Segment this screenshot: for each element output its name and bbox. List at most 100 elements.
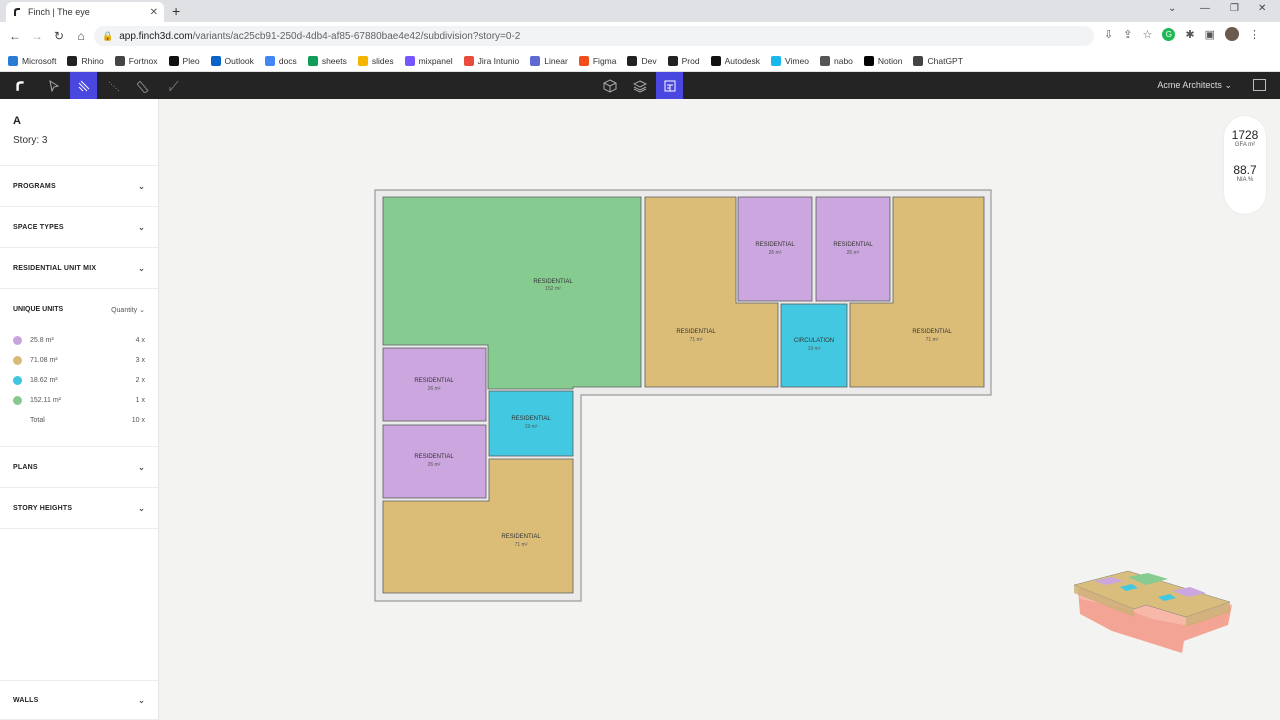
unit-row[interactable]: 152.11 m² 1 x xyxy=(13,390,145,410)
bookmark-item[interactable]: mixpanel xyxy=(404,55,453,66)
unit-qty: 1 x xyxy=(135,396,145,404)
section-story-heights[interactable]: STORY HEIGHTS ⌄ xyxy=(0,488,158,529)
browser-menu-icon[interactable]: ⋮ xyxy=(1249,28,1260,41)
plan-canvas[interactable]: RESIDENTIAL 152 m² RESIDENTIAL 71 m² RES… xyxy=(160,99,1280,720)
back-icon[interactable]: ← xyxy=(4,29,26,43)
lock-icon[interactable]: 🔒 xyxy=(102,31,113,42)
address-bar-row: ← → ↻ ⌂ 🔒 app.finch3d.com/variants/ac25c… xyxy=(0,22,1280,50)
bookmark-item[interactable]: docs xyxy=(264,55,297,66)
url-field[interactable]: 🔒 app.finch3d.com/variants/ac25cb91-250d… xyxy=(94,26,1094,46)
home-icon[interactable]: ⌂ xyxy=(70,29,92,43)
bookmark-label: docs xyxy=(278,55,297,66)
unique-units-section: UNIQUE UNITS Quantity ⌄ 25.8 m² 4 x 71.0… xyxy=(0,289,158,447)
install-icon[interactable]: ⇩ xyxy=(1104,28,1113,41)
sidebar: A Story: 3 PROGRAMS ⌄ SPACE TYPES ⌄ RESI… xyxy=(0,99,159,720)
forward-icon[interactable]: → xyxy=(26,29,48,43)
select-arrow-icon[interactable] xyxy=(40,72,67,99)
unit-row[interactable]: 25.8 m² 4 x xyxy=(13,330,145,350)
bookmark-favicon-icon xyxy=(114,55,125,66)
org-selector[interactable]: Acme Architects ⌄ xyxy=(1157,80,1232,91)
extensions-puzzle-icon[interactable]: ✱ xyxy=(1185,28,1194,41)
room-label: RESIDENTIAL xyxy=(414,454,454,460)
chevron-down-icon: ⌄ xyxy=(138,263,145,273)
finch-logo-icon[interactable] xyxy=(6,72,33,99)
measure-ruler-icon[interactable] xyxy=(130,72,157,99)
bookmark-item[interactable]: Microsoft xyxy=(8,55,56,66)
unit-qty: 4 x xyxy=(135,336,145,344)
bookmark-item[interactable]: Rhino xyxy=(67,55,104,66)
bookmark-item[interactable]: Vimeo xyxy=(771,55,809,66)
bookmark-item[interactable]: Fortnox xyxy=(114,55,158,66)
bookmark-star-icon[interactable]: ☆ xyxy=(1143,28,1153,41)
bookmark-item[interactable]: Prod xyxy=(667,55,700,66)
bookmark-item[interactable]: Outlook xyxy=(210,55,254,66)
bookmark-item[interactable]: Dev xyxy=(627,55,657,66)
room-lilac-residential-4[interactable]: RESIDENTIAL 26 m² xyxy=(382,424,487,499)
plan-view-icon[interactable] xyxy=(656,72,683,99)
app-toolbar: Acme Architects ⌄ xyxy=(0,72,1280,99)
room-lilac-residential-1[interactable]: RESIDENTIAL 26 m² xyxy=(737,196,813,302)
bookmark-item[interactable]: Notion xyxy=(863,55,902,66)
unit-qty: 3 x xyxy=(135,356,145,364)
bookmark-label: Linear xyxy=(544,55,568,66)
bookmark-label: slides xyxy=(371,55,394,66)
bookmark-favicon-icon xyxy=(530,55,541,66)
section-plans[interactable]: PLANS ⌄ xyxy=(0,447,158,488)
share-icon[interactable]: ⇪ xyxy=(1123,28,1132,41)
new-tab-icon[interactable]: + xyxy=(172,3,180,19)
3d-view-cube-icon[interactable] xyxy=(596,72,623,99)
side-panel-icon[interactable]: ▣ xyxy=(1205,28,1215,41)
sidebar-header: A Story: 3 xyxy=(0,99,158,166)
room-circulation-1[interactable]: CIRCULATION 19 m² xyxy=(780,303,848,388)
bookmark-item[interactable]: slides xyxy=(357,55,394,66)
chevron-down-icon: ⌄ xyxy=(138,695,145,705)
bookmark-favicon-icon xyxy=(863,55,874,66)
panel-toggle-icon[interactable] xyxy=(1253,79,1266,91)
section-walls[interactable]: WALLS ⌄ xyxy=(0,680,158,720)
bookmark-item[interactable]: Linear xyxy=(530,55,568,66)
grammarly-extension-icon[interactable]: G xyxy=(1162,27,1176,41)
bookmark-favicon-icon xyxy=(357,55,368,66)
bookmark-label: Outlook xyxy=(224,55,254,66)
bookmark-label: Figma xyxy=(592,55,617,66)
minimize-icon[interactable]: — xyxy=(1200,3,1210,14)
room-circulation-2[interactable]: RESIDENTIAL 19 m² xyxy=(488,390,574,457)
reload-icon[interactable]: ↻ xyxy=(48,29,70,43)
room-label: RESIDENTIAL xyxy=(912,329,952,335)
chevron-down-icon: ⌄ xyxy=(138,462,145,472)
nia-label: NIA % xyxy=(1236,177,1254,183)
bookmark-label: Pleo xyxy=(182,55,200,66)
building-name: A xyxy=(13,115,21,127)
close-window-icon[interactable]: ✕ xyxy=(1258,3,1266,14)
dotted-line-tool-icon[interactable] xyxy=(100,72,127,99)
bookmark-item[interactable]: sheets xyxy=(307,55,347,66)
angle-tool-icon[interactable] xyxy=(160,72,187,99)
room-label: RESIDENTIAL xyxy=(414,378,454,384)
bookmark-item[interactable]: Figma xyxy=(578,55,617,66)
stack-view-icon[interactable] xyxy=(626,72,653,99)
browser-tab[interactable]: Finch | The eye ✕ xyxy=(6,2,164,22)
bookmark-item[interactable]: Autodesk xyxy=(710,55,760,66)
close-tab-icon[interactable]: ✕ xyxy=(150,7,158,18)
room-lilac-residential-2[interactable]: RESIDENTIAL 26 m² xyxy=(815,196,891,302)
sort-selector[interactable]: Quantity ⌄ xyxy=(111,306,145,314)
room-lilac-residential-3[interactable]: RESIDENTIAL 26 m² xyxy=(382,347,487,422)
restore-icon[interactable]: ❐ xyxy=(1230,3,1239,14)
subdivide-tool-icon[interactable] xyxy=(70,72,97,99)
bookmark-item[interactable]: Jira Intunio xyxy=(463,55,519,66)
section-space-types[interactable]: SPACE TYPES ⌄ xyxy=(0,207,158,248)
unit-row[interactable]: 18.62 m² 2 x xyxy=(13,370,145,390)
tab-search-icon[interactable]: ⌄ xyxy=(1168,3,1176,14)
bookmark-favicon-icon xyxy=(463,55,474,66)
unit-row[interactable]: 71.08 m² 3 x xyxy=(13,350,145,370)
bookmark-item[interactable]: Pleo xyxy=(168,55,200,66)
profile-avatar[interactable] xyxy=(1225,27,1239,41)
bookmark-item[interactable]: ChatGPT xyxy=(913,55,963,66)
bookmark-favicon-icon xyxy=(819,55,830,66)
section-programs[interactable]: PROGRAMS ⌄ xyxy=(0,166,158,207)
gfa-value: 1728 xyxy=(1231,128,1259,142)
bookmark-item[interactable]: nabo xyxy=(819,55,853,66)
section-unit-mix[interactable]: RESIDENTIAL UNIT MIX ⌄ xyxy=(0,248,158,289)
mini-3d-building-preview[interactable] xyxy=(1072,569,1237,659)
bookmark-favicon-icon xyxy=(913,55,924,66)
